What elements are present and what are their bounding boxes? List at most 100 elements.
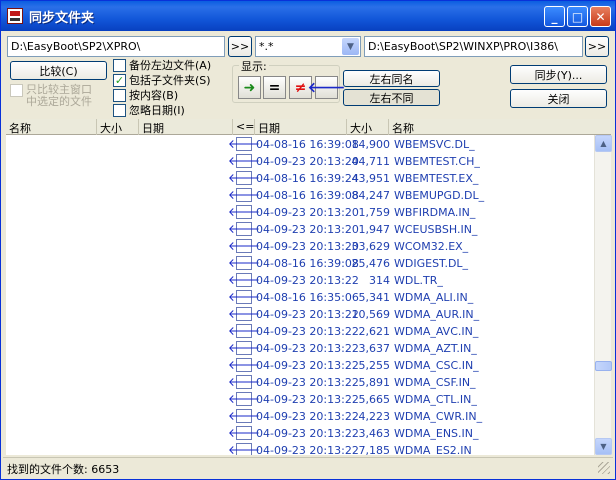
table-row[interactable]: 🡐 04-09-23 20:13:20 33,629 WCOM32.EX_ — [6, 238, 594, 255]
arrow-left-icon: 🡐 — [227, 358, 261, 372]
include-subfolders-checkbox[interactable]: ✓ 包括子文件夹(S) — [113, 72, 211, 88]
scroll-up-button[interactable]: ▲ — [595, 135, 612, 152]
table-row[interactable]: 🡐 04-09-23 20:13:22 314 WDL.TR_ — [6, 272, 594, 289]
filter-value: *.* — [259, 40, 274, 53]
chevron-down-icon[interactable]: ▼ — [342, 38, 359, 55]
row-size: 3,637 — [358, 342, 391, 355]
compare-main-line2: 中选定的文件 — [26, 95, 92, 108]
vertical-scrollbar[interactable]: ▲ ▼ — [594, 135, 612, 455]
table-row[interactable]: 🡐 04-08-16 16:39:08 84,247 WBEMUPGD.DL_ — [6, 187, 594, 204]
row-name: WDMA_CSF.IN_ — [394, 376, 476, 389]
arrow-left-icon: 🡐 — [227, 154, 261, 168]
title-buttons: _ □ ✕ — [544, 6, 611, 27]
row-size: 25,476 — [351, 257, 391, 270]
row-size: 14,900 — [351, 138, 391, 151]
row-date: 04-08-16 16:39:08 — [256, 257, 359, 270]
arrow-left-icon: 🡐 — [227, 188, 261, 202]
direction-header[interactable]: <= — [233, 119, 255, 135]
filter-combo[interactable]: *.* ▼ — [255, 36, 361, 57]
row-name: WDMA_CWR.IN_ — [394, 410, 483, 423]
row-size: 84,247 — [351, 189, 391, 202]
table-row[interactable]: 🡐 04-09-23 20:13:22 10,569 WDMA_AUR.IN_ — [6, 306, 594, 323]
left-browse-button[interactable]: >> — [228, 36, 252, 57]
sync-button[interactable]: 同步(Y)... — [510, 65, 607, 84]
row-date: 04-09-23 20:13:22 — [256, 274, 359, 287]
row-date: 04-08-16 16:39:08 — [256, 189, 359, 202]
close-window-button[interactable]: ✕ — [590, 6, 611, 27]
row-name: WDIGEST.DL_ — [394, 257, 469, 270]
row-size: 10,569 — [351, 308, 391, 321]
show-right-to-left-button[interactable]: 🡐 — [308, 76, 345, 99]
table-row[interactable]: 🡐 04-09-23 20:13:22 2,621 WDMA_AVC.IN_ — [6, 323, 594, 340]
row-date: 04-09-23 20:13:22 — [256, 410, 359, 423]
row-name: WDMA_CSC.IN_ — [394, 359, 479, 372]
row-name: WBEMTEST.CH_ — [394, 155, 480, 168]
same-name-button[interactable]: 左右同名 — [343, 70, 440, 87]
row-date: 04-09-23 20:13:20 — [256, 223, 359, 236]
display-label: 显示: — [239, 58, 269, 74]
arrow-left-icon: 🡐 — [227, 426, 261, 440]
right-browse-button[interactable]: >> — [585, 36, 609, 57]
file-list[interactable]: 🡐 04-08-16 16:39:08 14,900 WBEMSVC.DL_ 🡐 04-0… — [6, 135, 594, 455]
row-size: 314 — [369, 274, 390, 287]
table-row[interactable]: 🡐 04-09-23 20:13:20 1,947 WCEUSBSH.IN_ — [6, 221, 594, 238]
right-path-input[interactable]: D:\EasyBoot\SP2\WINXP\PRO\I386\ — [364, 36, 583, 57]
table-row[interactable]: 🡐 04-09-23 20:13:22 5,665 WDMA_CTL.IN_ — [6, 391, 594, 408]
title-bar[interactable]: 同步文件夹 _ □ ✕ — [1, 1, 615, 31]
table-row[interactable]: 🡐 04-08-16 16:39:24 43,951 WBEMTEST.EX_ — [6, 170, 594, 187]
table-row[interactable]: 🡐 04-08-16 16:39:08 25,476 WDIGEST.DL_ — [6, 255, 594, 272]
arrow-left-icon: 🡐 — [227, 290, 261, 304]
row-date: 04-09-23 20:13:20 — [256, 155, 359, 168]
close-button[interactable]: 关闭 — [510, 89, 607, 108]
scroll-thumb[interactable] — [595, 361, 612, 371]
left-path-input[interactable]: D:\EasyBoot\SP2\XPRO\ — [7, 36, 225, 57]
scroll-up-icon: ▲ — [600, 139, 607, 148]
arrow-right-icon: ➜ — [243, 79, 256, 96]
compare-main-window-checkbox[interactable]: 只比较主窗口 中选定的文件 — [10, 84, 92, 108]
row-date: 04-09-23 20:13:22 — [256, 427, 359, 440]
table-row[interactable]: 🡐 04-09-23 20:13:22 4,223 WDMA_CWR.IN_ — [6, 408, 594, 425]
show-equal-button[interactable]: = — [263, 76, 286, 99]
resize-grip-icon[interactable] — [598, 462, 610, 474]
table-row[interactable]: 🡐 04-09-23 20:13:20 44,711 WBEMTEST.CH_ — [6, 153, 594, 170]
ignore-date-checkbox[interactable]: 忽略日期(I) — [113, 102, 185, 118]
include-subfolders-label: 包括子文件夹(S) — [129, 74, 211, 87]
row-size: 43,951 — [351, 172, 391, 185]
table-row[interactable]: 🡐 04-08-16 16:35:06 5,341 WDMA_ALI.IN_ — [6, 289, 594, 306]
table-row[interactable]: 🡐 04-09-23 20:13:20 1,759 WBFIRDMA.IN_ — [6, 204, 594, 221]
status-text: 找到的文件个数: 6653 — [7, 463, 120, 476]
right-name-header[interactable]: 名称 — [389, 119, 611, 135]
compare-button[interactable]: 比较(C) — [10, 61, 107, 80]
maximize-button[interactable]: □ — [567, 6, 588, 27]
arrow-left-icon: 🡐 — [227, 256, 261, 270]
different-button[interactable]: 左右不同 — [343, 89, 440, 106]
row-size: 33,629 — [351, 240, 391, 253]
row-date: 04-09-23 20:13:22 — [256, 376, 359, 389]
table-row[interactable]: 🡐 04-09-23 20:13:22 3,637 WDMA_AZT.IN_ — [6, 340, 594, 357]
backup-left-checkbox[interactable]: 备份左边文件(A) — [113, 57, 211, 73]
checkbox-box — [113, 103, 126, 117]
table-row[interactable]: 🡐 04-09-23 20:13:22 5,891 WDMA_CSF.IN_ — [6, 374, 594, 391]
row-size: 1,947 — [358, 223, 391, 236]
table-row[interactable]: 🡐 04-08-16 16:39:08 14,900 WBEMSVC.DL_ — [6, 136, 594, 153]
row-date: 04-09-23 20:13:22 — [256, 444, 359, 455]
left-date-header[interactable]: 日期 — [139, 119, 233, 135]
right-date-header[interactable]: 日期 — [255, 119, 347, 135]
minimize-button[interactable]: _ — [544, 6, 565, 27]
arrow-left-icon: 🡐 — [227, 392, 261, 406]
left-size-header[interactable]: 大小 — [97, 119, 139, 135]
app-icon — [7, 8, 23, 24]
table-row[interactable]: 🡐 04-09-23 20:13:22 3,463 WDMA_ENS.IN_ — [6, 425, 594, 442]
show-left-to-right-button[interactable]: ➜ — [238, 76, 261, 99]
table-row[interactable]: 🡐 04-09-23 20:13:22 5,255 WDMA_CSC.IN_ — [6, 357, 594, 374]
right-size-header[interactable]: 大小 — [347, 119, 389, 135]
equal-icon: = — [268, 79, 281, 96]
row-name: WCOM32.EX_ — [394, 240, 469, 253]
row-name: WCEUSBSH.IN_ — [394, 223, 478, 236]
by-content-checkbox[interactable]: 按内容(B) — [113, 87, 178, 103]
scroll-down-button[interactable]: ▼ — [595, 438, 612, 455]
row-date: 04-09-23 20:13:20 — [256, 206, 359, 219]
left-name-header[interactable]: 名称 — [6, 119, 97, 135]
table-row[interactable]: 🡐 04-09-23 20:13:22 7,185 WDMA_ES2.IN_ — [6, 442, 594, 455]
arrow-left-icon: 🡐 — [227, 222, 261, 236]
